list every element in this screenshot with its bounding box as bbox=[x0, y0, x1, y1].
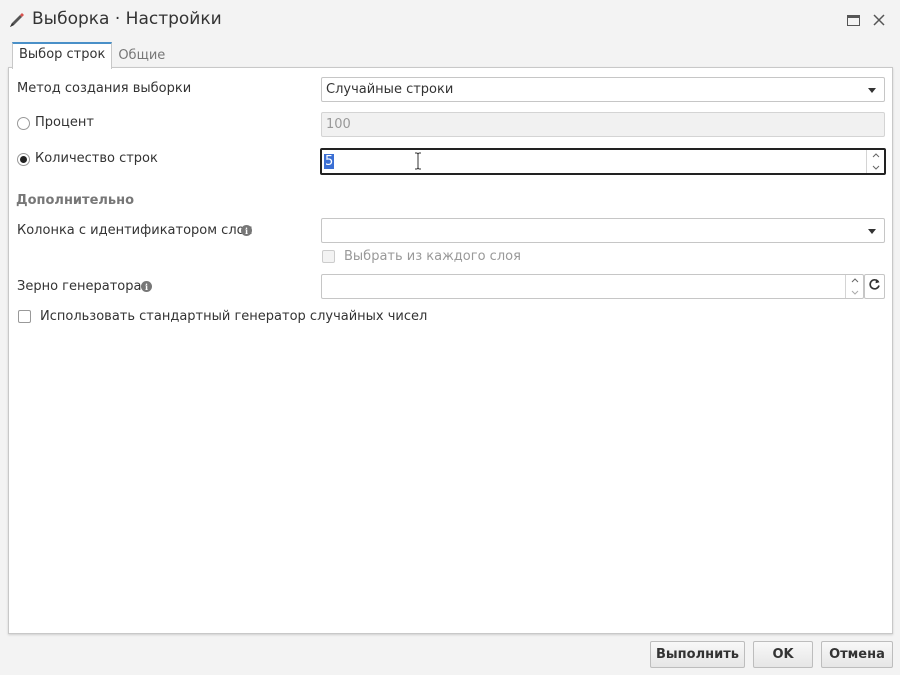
seed-input[interactable] bbox=[321, 274, 864, 299]
percent-label: Процент bbox=[35, 115, 94, 130]
dialog-window: Выборка · Настройки Выбор строк Общие Ме… bbox=[0, 0, 900, 675]
title-bar: Выборка · Настройки bbox=[0, 0, 900, 42]
row-count-input-value: 5 bbox=[324, 154, 335, 169]
spinner-up-icon[interactable] bbox=[846, 275, 863, 287]
run-button[interactable]: Выполнить bbox=[650, 641, 745, 668]
cancel-button[interactable]: Отмена bbox=[821, 641, 893, 668]
tab-row-selection[interactable]: Выбор строк bbox=[12, 42, 113, 69]
percent-input: 100 bbox=[321, 112, 885, 137]
text-cursor-icon bbox=[414, 152, 422, 170]
stratum-column-select[interactable] bbox=[321, 218, 885, 243]
chevron-down-icon bbox=[868, 228, 876, 234]
from-each-stratum-label: Выбрать из каждого слоя bbox=[344, 249, 521, 264]
spinner-up-icon[interactable] bbox=[867, 150, 884, 162]
from-each-stratum-checkbox bbox=[322, 250, 335, 263]
maximize-icon[interactable] bbox=[845, 12, 861, 28]
settings-panel: Метод создания выборки Случайные строки … bbox=[8, 67, 893, 634]
stratum-column-label: Колонка с идентификатором слоя bbox=[17, 223, 253, 238]
method-select-value: Случайные строки bbox=[326, 82, 454, 97]
seed-spinner[interactable] bbox=[845, 275, 863, 298]
tab-bar: Выбор строк Общие bbox=[12, 42, 171, 69]
window-title: Выборка · Настройки bbox=[32, 9, 222, 29]
seed-label: Зерно генератора bbox=[17, 279, 142, 294]
close-icon[interactable] bbox=[871, 12, 887, 28]
method-select[interactable]: Случайные строки bbox=[321, 77, 885, 102]
chevron-down-icon bbox=[868, 87, 876, 93]
info-icon[interactable]: i bbox=[241, 225, 252, 236]
method-label: Метод создания выборки bbox=[17, 81, 192, 96]
use-default-rng-checkbox[interactable] bbox=[18, 310, 31, 323]
refresh-icon bbox=[868, 278, 881, 295]
row-count-spinner[interactable] bbox=[866, 150, 884, 173]
use-default-rng-label: Использовать стандартный генератор случа… bbox=[40, 309, 428, 324]
spinner-down-icon[interactable] bbox=[846, 287, 863, 299]
spinner-down-icon[interactable] bbox=[867, 162, 884, 174]
advanced-section-title: Дополнительно bbox=[16, 193, 135, 208]
pencil-brush-icon bbox=[7, 12, 25, 30]
row-count-label: Количество строк bbox=[35, 151, 158, 166]
percent-radio[interactable] bbox=[17, 117, 30, 130]
percent-input-value: 100 bbox=[326, 117, 351, 132]
tab-general[interactable]: Общие bbox=[112, 42, 171, 68]
refresh-seed-button[interactable] bbox=[864, 274, 885, 299]
info-icon[interactable]: i bbox=[141, 281, 152, 292]
row-count-radio[interactable] bbox=[17, 153, 30, 166]
ok-button[interactable]: OK bbox=[753, 641, 813, 668]
row-count-input[interactable]: 5 bbox=[320, 148, 886, 175]
